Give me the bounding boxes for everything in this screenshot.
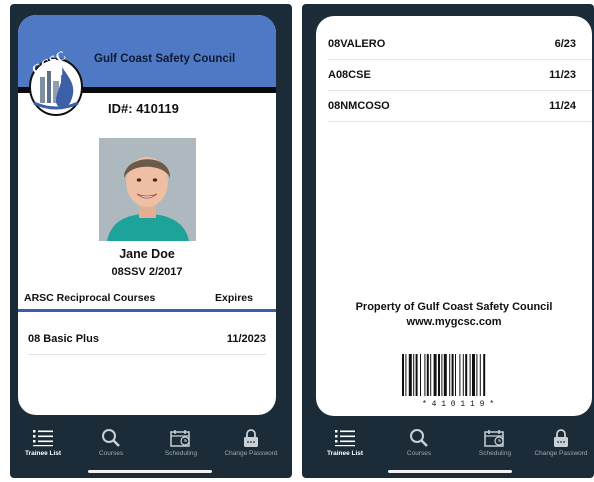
barcode-bar bbox=[415, 354, 418, 396]
tab-label: Courses bbox=[406, 450, 432, 457]
lock-icon bbox=[244, 429, 258, 447]
course-row: 08VALERO 6/23 bbox=[328, 30, 592, 60]
barcode-bar bbox=[451, 354, 454, 396]
gcsc-logo: GCSC bbox=[29, 47, 83, 116]
barcode-bar bbox=[476, 354, 478, 396]
property-line: Property of Gulf Coast Safety Council bbox=[355, 301, 553, 313]
tab-trainee-list[interactable]: Trainee List bbox=[310, 429, 380, 457]
course-row: A08CSE 11/23 bbox=[328, 61, 592, 91]
barcode-bar bbox=[469, 354, 471, 396]
tab-scheduling[interactable]: Scheduling bbox=[146, 429, 216, 457]
tab-label: Courses bbox=[98, 450, 124, 457]
course-name: 08VALERO bbox=[328, 38, 386, 50]
website: www.mygcsc.com bbox=[406, 316, 502, 328]
course-expiry: 11/2023 bbox=[226, 333, 266, 345]
barcode-bar bbox=[462, 354, 464, 396]
magnifier-icon bbox=[410, 429, 428, 447]
course-name: 08NMCOSO bbox=[328, 100, 390, 112]
tab-change-password[interactable]: Change Password bbox=[216, 429, 286, 457]
certification-code: 08SSV bbox=[111, 266, 146, 278]
calendar-clock-icon bbox=[484, 430, 504, 447]
barcode-bar bbox=[420, 354, 421, 396]
id-number: 410119 bbox=[136, 101, 179, 116]
barcode-bar bbox=[438, 354, 440, 396]
tab-label: Scheduling bbox=[478, 450, 512, 457]
trainee-photo bbox=[99, 138, 196, 241]
barcode-bar bbox=[426, 354, 429, 396]
tab-label: Change Password bbox=[534, 450, 588, 457]
tab-courses[interactable]: Courses bbox=[76, 429, 146, 457]
home-indicator[interactable] bbox=[88, 470, 212, 473]
tab-change-password[interactable]: Change Password bbox=[528, 429, 594, 457]
barcode-bar bbox=[430, 354, 432, 396]
barcode-bar bbox=[459, 354, 461, 396]
barcode-bar bbox=[424, 354, 426, 396]
tab-courses[interactable]: Courses bbox=[384, 429, 454, 457]
barcode-bar bbox=[402, 354, 404, 396]
expires-header: Expires bbox=[215, 292, 253, 304]
barcode-bar bbox=[443, 354, 447, 396]
phone-screen-id-front: GCSC Gulf Coast Safety Council ID#: 4101… bbox=[10, 4, 292, 478]
trainee-name: Jane Doe bbox=[119, 247, 175, 261]
barcode-bar bbox=[483, 354, 486, 396]
id-card-front: GCSC Gulf Coast Safety Council ID#: 4101… bbox=[18, 15, 276, 415]
certification-line: 08SSV 2/2017 bbox=[18, 266, 276, 278]
barcode-bar bbox=[455, 354, 456, 396]
barcode-bar bbox=[413, 354, 415, 396]
magnifier-icon bbox=[102, 429, 120, 447]
property-notice: Property of Gulf Coast Safety Council ww… bbox=[316, 300, 592, 330]
barcode-bar bbox=[449, 354, 451, 396]
trainee-photo-portrait bbox=[99, 138, 196, 241]
tab-label: Trainee List bbox=[326, 450, 364, 457]
barcode: * 4 1 0 1 1 9 * bbox=[402, 354, 494, 408]
barcode-text: * 4 1 0 1 1 9 * bbox=[422, 400, 494, 408]
id-label: ID#: bbox=[108, 101, 133, 116]
id-line: ID#: 410119 bbox=[108, 101, 179, 116]
tab-label: Trainee List bbox=[24, 450, 62, 457]
tab-scheduling[interactable]: Scheduling bbox=[460, 429, 530, 457]
course-name: A08CSE bbox=[328, 69, 371, 81]
certification-date: 2/2017 bbox=[148, 266, 183, 278]
barcode-bar bbox=[441, 354, 443, 396]
courses-header: ARSC Reciprocal Courses bbox=[24, 292, 156, 304]
id-card-back: 08VALERO 6/23 A08CSE 11/23 08NMCOSO 11/2… bbox=[316, 16, 592, 416]
tab-trainee-list[interactable]: Trainee List bbox=[10, 429, 78, 457]
barcode-bar bbox=[479, 354, 481, 396]
phone-screen-id-back: 08VALERO 6/23 A08CSE 11/23 08NMCOSO 11/2… bbox=[302, 4, 594, 478]
tab-label: Change Password bbox=[224, 450, 278, 457]
barcode-bars bbox=[402, 354, 486, 396]
course-expiry: 11/24 bbox=[549, 100, 576, 112]
home-indicator[interactable] bbox=[388, 470, 512, 473]
barcode-bar bbox=[405, 354, 407, 396]
barcode-bar bbox=[472, 354, 475, 396]
barcode-bar bbox=[408, 354, 412, 396]
tab-label: Scheduling bbox=[164, 450, 198, 457]
course-name: 08 Basic Plus bbox=[28, 333, 99, 345]
barcode-bar bbox=[465, 354, 468, 396]
calendar-clock-icon bbox=[170, 430, 190, 447]
org-name: Gulf Coast Safety Council bbox=[94, 53, 236, 65]
list-icon bbox=[33, 430, 53, 447]
section-divider bbox=[18, 309, 276, 312]
lock-icon bbox=[554, 429, 568, 447]
barcode-bar bbox=[433, 354, 437, 396]
course-expiry: 11/23 bbox=[549, 69, 576, 81]
list-icon bbox=[335, 430, 355, 447]
course-row: 08NMCOSO 11/24 bbox=[328, 92, 592, 122]
course-row: 08 Basic Plus 11/2023 bbox=[28, 325, 266, 355]
course-expiry: 6/23 bbox=[554, 38, 576, 50]
